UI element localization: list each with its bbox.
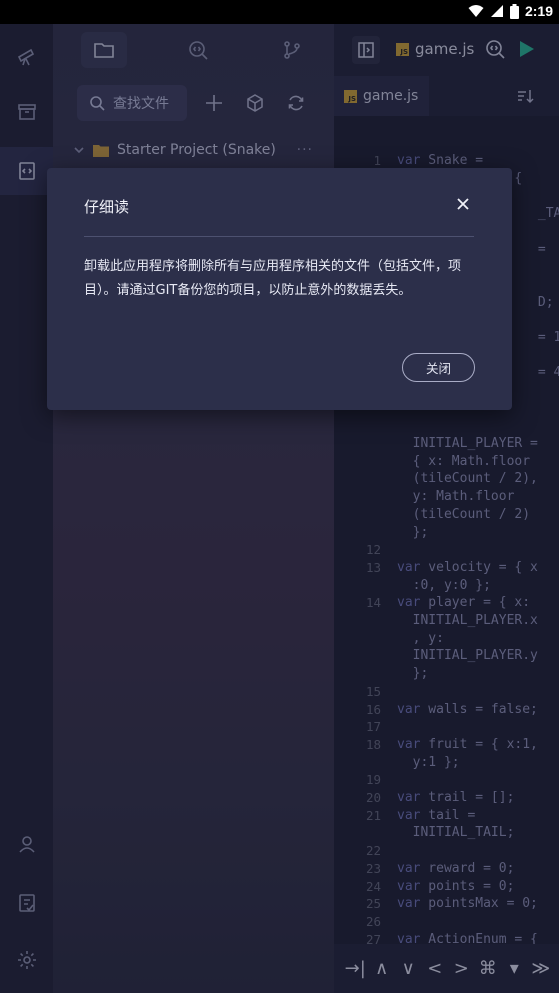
status-bar: 2:19	[0, 0, 559, 24]
cellular-signal-icon	[490, 5, 503, 17]
wifi-icon	[468, 5, 484, 17]
battery-icon	[509, 3, 519, 19]
dialog-close-button[interactable]	[451, 192, 475, 216]
warning-dialog: 仔细读 卸载此应用程序将删除所有与应用程序相关的文件（包括文件，项目）。请通过G…	[47, 168, 512, 410]
dialog-dismiss-button[interactable]: 关闭	[402, 353, 475, 382]
close-icon	[457, 198, 469, 210]
status-time: 2:19	[524, 3, 553, 19]
dialog-title: 仔细读	[84, 198, 130, 216]
dialog-message: 卸载此应用程序将删除所有与应用程序相关的文件（包括文件，项目）。请通过GIT备份…	[84, 259, 462, 298]
dialog-divider	[84, 236, 474, 237]
